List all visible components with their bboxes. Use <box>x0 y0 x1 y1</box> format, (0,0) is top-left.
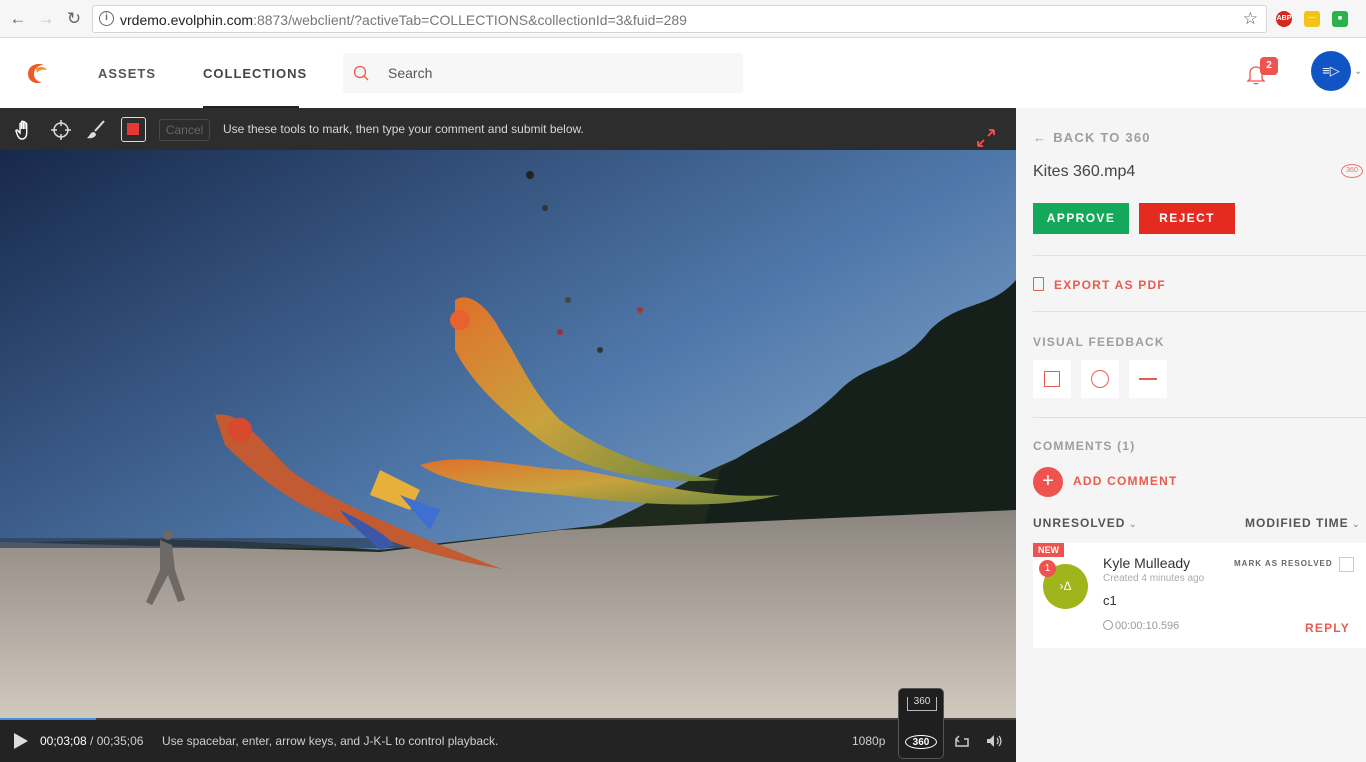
comments-count-label: COMMENTS (1) <box>1033 439 1136 453</box>
clock-icon <box>1103 620 1113 630</box>
line-icon <box>1139 378 1157 380</box>
extension-icon[interactable]: ■ <box>1332 11 1348 27</box>
file-title: Kites 360.mp4 <box>1033 163 1136 180</box>
hand-icon[interactable] <box>13 118 37 142</box>
volume-icon[interactable] <box>985 732 1003 750</box>
add-comment-button[interactable]: ADD COMMENT <box>1073 474 1178 488</box>
comment-author: Kyle Mulleady <box>1103 555 1191 571</box>
visual-feedback-label: VISUAL FEEDBACK <box>1033 335 1165 349</box>
comment-created: Created 4 minutes ago <box>1103 573 1205 584</box>
divider <box>1033 311 1366 312</box>
divider <box>1033 417 1366 418</box>
comment-timecode-text: 00:00:10.596 <box>1115 620 1180 632</box>
circle-tool-button[interactable] <box>1081 360 1119 398</box>
record-icon[interactable] <box>121 117 146 142</box>
back-arrow-icon: ← <box>1033 130 1048 145</box>
mark-resolved-checkbox[interactable] <box>1339 557 1354 572</box>
cancel-button[interactable]: Cancel <box>159 119 210 141</box>
comment-timecode[interactable]: 00:00:10.596 <box>1103 620 1179 632</box>
chevron-down-icon: ⌄ <box>1128 519 1138 530</box>
app-header: ASSETS COLLECTIONS 2 ≡▷ ⌄ <box>0 38 1366 108</box>
chevron-down-icon[interactable]: ⌄ <box>1354 66 1362 77</box>
vr-flat-icon[interactable]: 360 <box>907 697 937 711</box>
360-badge-icon: 360 <box>1341 164 1363 178</box>
reload-icon[interactable]: ↻ <box>64 9 84 29</box>
markup-toolbar: Cancel Use these tools to mark, then typ… <box>0 108 1016 150</box>
star-icon[interactable]: ☆ <box>1243 9 1258 29</box>
play-icon[interactable] <box>14 733 28 749</box>
comment-card[interactable]: NEW ›Δ 1 Kyle Mulleady Created 4 minutes… <box>1033 543 1366 648</box>
circle-icon <box>1091 370 1109 388</box>
nav-assets[interactable]: ASSETS <box>98 66 156 81</box>
evolphin-logo[interactable] <box>22 58 52 88</box>
search-input[interactable] <box>388 63 728 83</box>
crosshair-icon[interactable] <box>49 118 73 142</box>
search-icon <box>353 65 369 81</box>
toolbar-hint: Use these tools to mark, then type your … <box>223 122 584 136</box>
reject-button[interactable]: REJECT <box>1139 203 1235 234</box>
line-tool-button[interactable] <box>1129 360 1167 398</box>
time-separator: / <box>86 734 97 748</box>
video-frame[interactable] <box>0 150 1016 720</box>
back-label: BACK TO 360 <box>1053 130 1151 145</box>
brush-icon[interactable] <box>84 118 108 142</box>
export-pdf-link[interactable]: EXPORT AS PDF <box>1033 277 1166 292</box>
quality-selector[interactable]: 1080p <box>852 734 885 748</box>
new-tag: NEW <box>1033 543 1064 557</box>
user-avatar[interactable]: ≡▷ <box>1311 51 1351 91</box>
url-host: vrdemo.evolphin.com <box>120 12 254 28</box>
adblock-extension-icon[interactable]: ABP <box>1276 11 1292 27</box>
loop-icon[interactable] <box>953 732 971 750</box>
info-icon[interactable]: i <box>99 11 114 26</box>
sort-filter-label: MODIFIED TIME <box>1245 516 1349 530</box>
url-text[interactable]: vrdemo.evolphin.com:8873/webclient/?acti… <box>120 12 687 28</box>
forward-arrow-icon[interactable]: → <box>36 9 56 29</box>
back-link[interactable]: ← BACK TO 360 <box>1033 130 1151 145</box>
pdf-icon <box>1033 277 1044 291</box>
address-bar[interactable]: i vrdemo.evolphin.com:8873/webclient/?ac… <box>92 5 1267 33</box>
playback-controls: 00;03;08 / 00;35;06 Use spacebar, enter,… <box>0 720 1016 762</box>
controls-hint: Use spacebar, enter, arrow keys, and J-K… <box>162 734 499 748</box>
current-time: 00;03;08 <box>40 734 87 748</box>
back-arrow-icon[interactable]: ← <box>8 9 28 29</box>
square-tool-button[interactable] <box>1033 360 1071 398</box>
expand-icon[interactable] <box>976 128 996 148</box>
extension-icon[interactable]: ··· <box>1304 11 1320 27</box>
vr-360-toggle[interactable]: 360 360 <box>898 688 944 759</box>
url-rest: :8873/webclient/?activeTab=COLLECTIONS&c… <box>253 12 687 28</box>
status-filter-label: UNRESOLVED <box>1033 516 1126 530</box>
export-label: EXPORT AS PDF <box>1054 278 1166 292</box>
duration: 00;35;06 <box>96 734 144 748</box>
comment-body: c1 <box>1103 593 1117 608</box>
browser-chrome: ← → ↻ i vrdemo.evolphin.com:8873/webclie… <box>0 0 1366 38</box>
chevron-down-icon: ⌄ <box>1351 519 1362 530</box>
reply-button[interactable]: REPLY <box>1305 621 1350 635</box>
sort-filter[interactable]: MODIFIED TIME ⌄ <box>1245 516 1361 530</box>
asset-sidebar: ← BACK TO 360 Kites 360.mp4 360 APPROVE R… <box>1016 108 1366 762</box>
status-filter[interactable]: UNRESOLVED ⌄ <box>1033 516 1138 530</box>
nav-collections[interactable]: COLLECTIONS <box>203 66 307 81</box>
approve-button[interactable]: APPROVE <box>1033 203 1129 234</box>
search-box[interactable] <box>343 53 743 93</box>
divider <box>1033 255 1366 256</box>
square-icon <box>1044 371 1060 387</box>
time-display: 00;03;08 / 00;35;06 <box>40 734 143 748</box>
video-player: Cancel Use these tools to mark, then typ… <box>0 108 1016 762</box>
plus-icon[interactable]: + <box>1033 467 1063 497</box>
comment-number-badge: 1 <box>1039 560 1056 577</box>
vr-360-icon[interactable]: 360 <box>905 735 937 749</box>
mark-resolved-label: MARK AS RESOLVED <box>1234 559 1333 568</box>
notification-badge: 2 <box>1260 57 1278 75</box>
